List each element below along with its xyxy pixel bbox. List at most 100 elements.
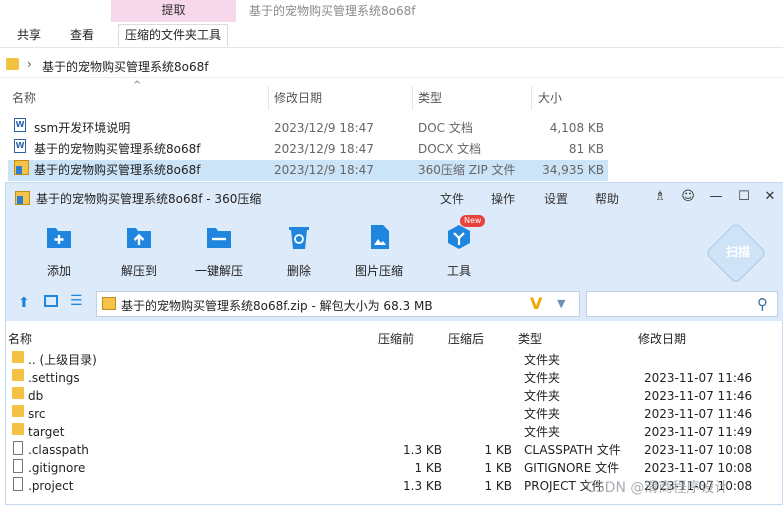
file-icon — [13, 477, 23, 491]
file-icon — [13, 459, 23, 473]
table-row[interactable]: target 文件夹 2023-11-07 11:49 — [6, 423, 783, 441]
row-name: target — [28, 425, 65, 439]
table-row[interactable]: db 文件夹 2023-11-07 11:46 — [6, 387, 783, 405]
tool-label: 一键解压 — [194, 264, 243, 278]
address-path[interactable]: 基于的宠物购买管理系统8o68f — [42, 58, 208, 75]
feedback-icon[interactable]: ☺ — [680, 189, 696, 205]
table-row[interactable]: src 文件夹 2023-11-07 11:46 — [6, 405, 783, 423]
file-row[interactable]: W ssm开发环境说明 2023/12/9 18:47 DOC 文档 4,108… — [8, 118, 608, 139]
minimize-icon[interactable]: — — [708, 189, 724, 205]
column-divider[interactable] — [531, 86, 532, 110]
recycle-icon — [289, 227, 309, 249]
row-type: 文件夹 — [524, 389, 561, 403]
file-name: 基于的宠物购买管理系统8o68f — [34, 163, 201, 177]
row-compressed-before: 1.3 KB — [403, 479, 442, 493]
column-header-size[interactable]: 大小 — [538, 86, 562, 110]
column-header-modified[interactable]: 修改日期 — [638, 330, 686, 347]
row-compressed-after: 1 KB — [484, 461, 512, 475]
tool-label: 删除 — [286, 264, 311, 278]
row-name: .settings — [28, 371, 80, 385]
view-detail-icon[interactable] — [44, 295, 58, 307]
row-type: 文件夹 — [524, 407, 561, 421]
column-header-after[interactable]: 压缩后 — [448, 330, 484, 347]
add-button[interactable]: 添加 — [29, 213, 89, 285]
new-badge: New — [460, 215, 486, 227]
zip-file-icon — [14, 160, 29, 175]
table-row[interactable]: .classpath 1.3 KB 1 KB CLASSPATH 文件 2023-11-… — [6, 441, 783, 459]
file-modified: 2023/12/9 18:47 — [274, 142, 374, 156]
row-compressed-after: 1 KB — [484, 443, 512, 457]
verify-icon[interactable]: V — [530, 294, 542, 313]
tab-compressed-folder-tools[interactable]: 压缩的文件夹工具 — [118, 24, 229, 46]
file-row[interactable]: W 基于的宠物购买管理系统8o68f 2023/12/9 18:47 DOCX … — [8, 139, 608, 160]
row-modified: 2023-11-07 10:08 — [644, 443, 753, 457]
row-name: .project — [28, 479, 74, 493]
add-icon — [47, 228, 71, 248]
column-divider[interactable] — [268, 86, 269, 110]
delete-button[interactable]: 删除 — [269, 213, 329, 285]
folder-icon — [12, 405, 24, 417]
archive-address[interactable]: 基于的宠物购买管理系统8o68f.zip - 解包大小为 68.3 MB V ▼ — [96, 291, 580, 317]
file-size: 81 KB — [568, 142, 604, 156]
table-row[interactable]: .. (上级目录) 文件夹 — [6, 351, 783, 369]
menu-operation[interactable]: 操作 — [491, 190, 515, 207]
row-compressed-after: 1 KB — [484, 479, 512, 493]
address-bar[interactable]: › 基于的宠物购买管理系统8o68f — [0, 54, 783, 78]
word-doc-icon: W — [14, 139, 26, 153]
tab-extract[interactable]: 提取 — [111, 0, 236, 22]
watermark: CSDN @滑商程序设计 — [586, 480, 729, 496]
extract-to-button[interactable]: 解压到 — [109, 213, 169, 285]
one-click-extract-button[interactable]: 一键解压 — [189, 213, 249, 285]
tool-label: 添加 — [46, 264, 71, 278]
folder-icon — [6, 58, 19, 70]
scan-label[interactable]: 扫描 — [720, 243, 756, 260]
image-compress-icon — [371, 225, 389, 249]
column-header-name[interactable]: 名称 — [12, 86, 36, 110]
file-size: 34,935 KB — [542, 163, 604, 177]
file-row-selected[interactable]: 基于的宠物购买管理系统8o68f 2023/12/9 18:47 360压缩 Z… — [8, 160, 608, 181]
search-icon[interactable]: ⚲ — [757, 295, 768, 313]
row-modified: 2023-11-07 11:46 — [644, 389, 753, 403]
menu-help[interactable]: 帮助 — [595, 190, 619, 207]
file-name: 基于的宠物购买管理系统8o68f — [34, 142, 201, 156]
column-header-type[interactable]: 类型 — [518, 330, 542, 347]
tab-view[interactable]: 查看 — [70, 26, 94, 43]
image-compress-button[interactable]: 图片压缩 — [349, 213, 409, 285]
row-modified: 2023-11-07 10:08 — [644, 461, 753, 475]
up-arrow-icon[interactable]: ⬆ — [18, 295, 30, 311]
menu-file[interactable]: 文件 — [440, 190, 464, 207]
chevron-down-icon[interactable]: ▼ — [557, 297, 565, 310]
tool-label: 图片压缩 — [354, 264, 403, 278]
row-name: src — [28, 407, 46, 421]
maximize-icon[interactable]: ☐ — [736, 189, 752, 205]
archive-titlebar[interactable]: 基于的宠物购买管理系统8o68f - 360压缩 文件 操作 设置 帮助 ♗ ☺… — [6, 183, 783, 213]
menu-settings[interactable]: 设置 — [544, 190, 568, 207]
row-type: 文件夹 — [524, 425, 561, 439]
tools-button[interactable]: 工具 New — [429, 213, 489, 285]
table-row[interactable]: .gitignore 1 KB 1 KB GITIGNORE 文件 2023-11-07… — [6, 459, 783, 477]
row-name: db — [28, 389, 44, 403]
column-header-name[interactable]: 名称 — [8, 330, 32, 347]
row-name: .gitignore — [28, 461, 86, 475]
file-size: 4,108 KB — [549, 121, 604, 135]
search-input[interactable]: ⚲ — [586, 291, 778, 317]
row-name: .. (上级目录) — [28, 353, 97, 367]
row-name: .classpath — [28, 443, 89, 457]
tool-label: 解压到 — [120, 264, 157, 278]
column-divider[interactable] — [412, 86, 413, 110]
chevron-right-icon[interactable]: › — [27, 57, 32, 71]
list-view-icon[interactable]: ☰ — [70, 293, 83, 309]
column-header-before[interactable]: 压缩前 — [378, 330, 414, 347]
tab-share[interactable]: 共享 — [17, 26, 41, 43]
row-modified: 2023-11-07 11:46 — [644, 371, 753, 385]
skin-icon[interactable]: ♗ — [652, 189, 668, 205]
column-header-modified[interactable]: 修改日期 — [274, 86, 322, 110]
row-compressed-before: 1.3 KB — [403, 443, 442, 457]
folder-icon — [12, 369, 24, 381]
close-icon[interactable]: ✕ — [762, 189, 778, 205]
file-modified: 2023/12/9 18:47 — [274, 163, 374, 177]
column-header-type[interactable]: 类型 — [418, 86, 442, 110]
file-icon — [13, 441, 23, 455]
tool-label: 工具 — [446, 264, 471, 278]
table-row[interactable]: .settings 文件夹 2023-11-07 11:46 — [6, 369, 783, 387]
